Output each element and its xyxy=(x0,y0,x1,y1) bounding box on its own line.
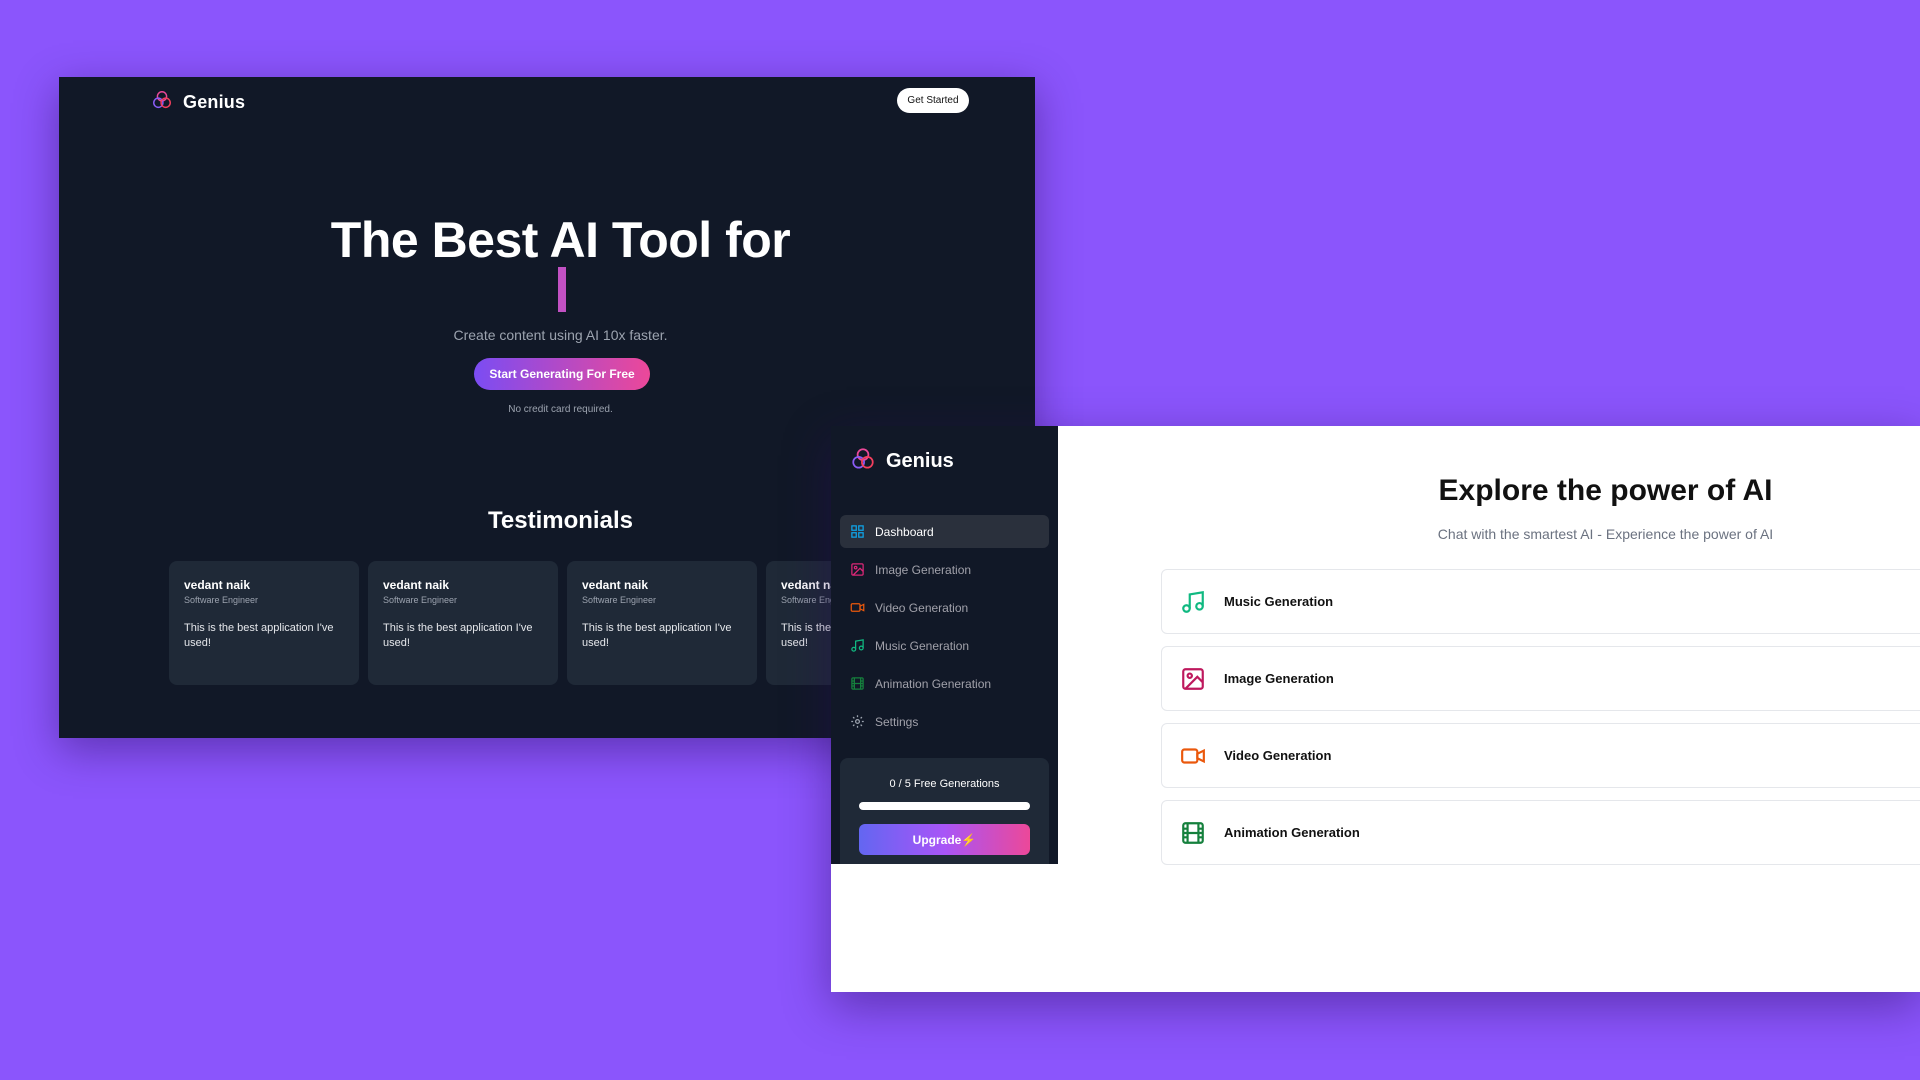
tool-card-music-generation[interactable]: Music Generation xyxy=(1161,569,1920,634)
sidebar-item-label: Music Generation xyxy=(875,638,970,653)
brand-name: Genius xyxy=(886,450,954,472)
testimonial-card: vedant naik Software Engineer This is th… xyxy=(368,561,558,685)
testimonial-quote: This is the best application I've used! xyxy=(184,622,334,649)
layout-dashboard-icon xyxy=(851,525,864,538)
hero-subtitle: Create content using AI 10x faster. xyxy=(453,327,668,343)
testimonial-quote: This is the best application I've used! xyxy=(383,622,533,649)
film-icon xyxy=(851,677,864,690)
page-subtitle: Chat with the smartest AI - Experience t… xyxy=(1437,526,1774,542)
image-icon xyxy=(851,563,864,576)
video-icon xyxy=(850,603,865,612)
sidebar-item-settings[interactable]: Settings xyxy=(840,705,1049,738)
page-title: Explore the power of AI xyxy=(1438,474,1773,507)
upgrade-label: Upgrade xyxy=(912,832,962,847)
typewriter-cursor xyxy=(558,267,566,312)
logo-icon xyxy=(850,446,876,477)
logo-icon xyxy=(151,89,173,116)
start-generating-button[interactable]: Start Generating For Free xyxy=(474,358,650,390)
sidebar-item-label: Video Generation xyxy=(875,600,969,615)
sidebar-item-label: Settings xyxy=(875,714,919,729)
tool-label: Music Generation xyxy=(1224,594,1334,609)
tool-label: Image Generation xyxy=(1224,671,1334,686)
tool-card-video-generation[interactable]: Video Generation xyxy=(1161,723,1920,788)
testimonial-name: vedant naik xyxy=(383,578,450,592)
tool-label: Video Generation xyxy=(1224,748,1332,763)
tool-card-animation-generation[interactable]: Animation Generation xyxy=(1161,800,1920,865)
image-icon xyxy=(1178,664,1208,694)
sidebar-item-animation-generation[interactable]: Animation Generation xyxy=(840,667,1049,700)
sidebar-brand[interactable]: Genius xyxy=(850,446,954,477)
zap-icon: ⚡ xyxy=(961,832,977,847)
hero-title: The Best AI Tool for xyxy=(330,212,791,268)
video-icon xyxy=(1178,741,1208,771)
music-icon xyxy=(1178,587,1208,617)
testimonial-name: vedant naik xyxy=(184,578,251,592)
free-usage-panel: 0 / 5 Free Generations Upgrade⚡ xyxy=(840,758,1049,864)
sidebar-item-music-generation[interactable]: Music Generation xyxy=(840,629,1049,662)
get-started-button[interactable]: Get Started xyxy=(897,88,969,113)
sidebar-item-label: Dashboard xyxy=(875,524,934,539)
sidebar: Genius Dashboard Image Generation Video … xyxy=(831,426,1058,864)
dashboard-window: Genius Dashboard Image Generation Video … xyxy=(831,426,1920,992)
landing-navbar: Genius Get Started xyxy=(59,77,1035,127)
sidebar-item-dashboard[interactable]: Dashboard xyxy=(840,515,1049,548)
sidebar-item-label: Image Generation xyxy=(875,562,972,577)
usage-counter: 0 / 5 Free Generations xyxy=(889,778,1000,790)
film-icon xyxy=(1178,818,1208,848)
landing-brand[interactable]: Genius xyxy=(151,89,245,116)
tool-label: Animation Generation xyxy=(1224,825,1360,840)
testimonial-role: Software Engineer xyxy=(582,595,657,605)
testimonial-role: Software Engineer xyxy=(184,595,259,605)
upgrade-button[interactable]: Upgrade⚡ xyxy=(859,824,1030,855)
testimonial-quote: This is the best application I've used! xyxy=(582,622,732,649)
testimonial-role: Software Engineer xyxy=(383,595,458,605)
brand-name: Genius xyxy=(183,92,246,112)
music-icon xyxy=(851,639,864,652)
tool-card-image-generation[interactable]: Image Generation xyxy=(1161,646,1920,711)
sidebar-item-video-generation[interactable]: Video Generation xyxy=(840,591,1049,624)
testimonial-card: vedant naik Software Engineer This is th… xyxy=(567,561,757,685)
gear-icon xyxy=(851,715,864,728)
sidebar-item-label: Animation Generation xyxy=(875,676,992,691)
sidebar-item-image-generation[interactable]: Image Generation xyxy=(840,553,1049,586)
no-credit-card-note: No credit card required. xyxy=(508,404,613,415)
testimonial-name: vedant naik xyxy=(582,578,649,592)
usage-progress-bar xyxy=(859,802,1030,810)
testimonial-card: vedant naik Software Engineer This is th… xyxy=(169,561,359,685)
